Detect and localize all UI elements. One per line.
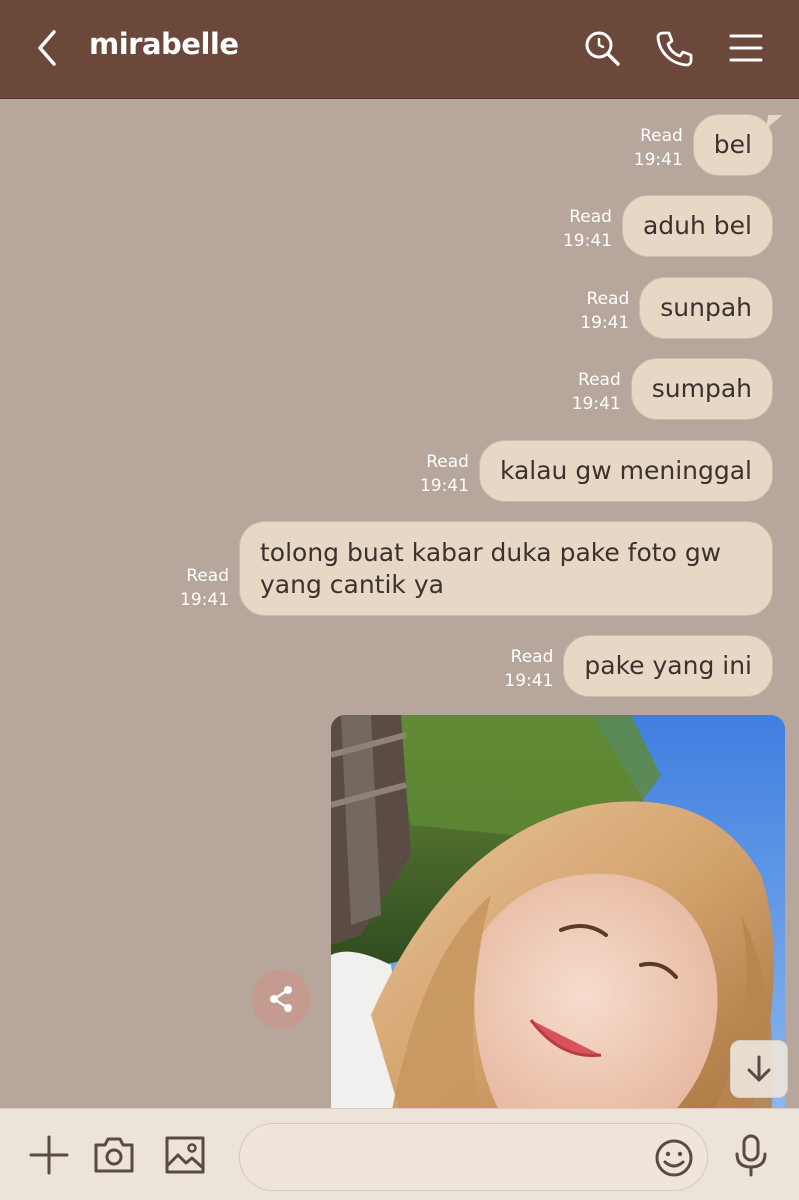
photo-message[interactable] xyxy=(331,715,785,1115)
read-status: Read xyxy=(426,452,469,472)
microphone-icon xyxy=(735,1134,767,1177)
gallery-button[interactable] xyxy=(163,1133,207,1177)
plus-icon xyxy=(29,1135,69,1175)
message-row: Read 19:41 aduh bel xyxy=(563,195,773,257)
message-meta: Read 19:41 xyxy=(580,287,629,335)
add-attachment-button[interactable] xyxy=(27,1133,71,1177)
message-meta: Read 19:41 xyxy=(180,564,229,612)
contact-name: mirabelle xyxy=(89,27,239,61)
message-time: 19:41 xyxy=(419,476,469,496)
phone-icon xyxy=(656,31,693,67)
message-time: 19:41 xyxy=(562,231,612,251)
message-bubble[interactable]: sunpah xyxy=(639,277,773,339)
image-icon xyxy=(165,1136,205,1174)
message-bubble[interactable]: bel xyxy=(692,114,773,176)
message-row: Read 19:41 kalau gw meninggal xyxy=(420,440,773,502)
message-meta: Read 19:41 xyxy=(634,124,683,172)
message-bubble[interactable]: pake yang ini xyxy=(563,635,773,697)
read-status: Read xyxy=(186,566,229,586)
message-bubble[interactable]: sumpah xyxy=(630,358,773,420)
message-meta: Read 19:41 xyxy=(420,450,469,498)
search-icon xyxy=(585,31,620,66)
message-row: Read 19:41 bel xyxy=(634,114,773,176)
back-button[interactable] xyxy=(30,28,66,68)
emoji-icon xyxy=(655,1139,693,1177)
call-button[interactable] xyxy=(654,28,694,68)
message-row: Read 19:41 tolong buat kabar duka pake f… xyxy=(180,521,773,616)
scroll-to-bottom-button[interactable] xyxy=(730,1040,788,1098)
message-time: 19:41 xyxy=(180,590,229,610)
selfie-photo xyxy=(331,715,785,1115)
message-list[interactable]: Read 19:41 bel Read 19:41 aduh bel Read … xyxy=(0,100,799,1115)
voice-message-button[interactable] xyxy=(729,1133,773,1177)
message-time: 19:41 xyxy=(633,150,683,170)
read-status: Read xyxy=(578,370,621,390)
message-time: 19:41 xyxy=(571,394,621,414)
message-input[interactable] xyxy=(260,1134,640,1180)
message-meta: Read 19:41 xyxy=(572,368,621,416)
chat-header: mirabelle xyxy=(0,0,799,99)
camera-button[interactable] xyxy=(92,1133,136,1177)
message-input-wrapper xyxy=(239,1123,708,1191)
share-button[interactable] xyxy=(251,969,311,1029)
menu-icon xyxy=(729,34,763,62)
message-bubble[interactable]: aduh bel xyxy=(621,195,773,257)
read-status: Read xyxy=(640,126,683,146)
message-meta: Read 19:41 xyxy=(504,645,553,693)
emoji-button[interactable] xyxy=(652,1136,696,1180)
message-bubble[interactable]: kalau gw meninggal xyxy=(478,440,773,502)
message-meta: Read 19:41 xyxy=(563,205,612,253)
chevron-left-icon xyxy=(38,30,56,66)
message-bubble[interactable]: tolong buat kabar duka pake foto gw yang… xyxy=(239,521,773,616)
share-icon xyxy=(270,986,292,1012)
composer-bar xyxy=(0,1108,799,1200)
message-row: Read 19:41 sunpah xyxy=(580,277,773,339)
message-row: Read 19:41 pake yang ini xyxy=(504,635,773,697)
chat-screen: mirabelle Read 19:41 bel Read 19:41 aduh… xyxy=(0,0,799,1200)
read-status: Read xyxy=(510,647,554,667)
menu-button[interactable] xyxy=(726,28,766,68)
message-row: Read 19:41 sumpah xyxy=(572,358,773,420)
message-time: 19:41 xyxy=(504,671,554,691)
arrow-down-icon xyxy=(747,1055,771,1082)
search-button[interactable] xyxy=(582,28,622,68)
read-status: Read xyxy=(586,289,630,309)
camera-icon xyxy=(94,1137,134,1173)
read-status: Read xyxy=(569,207,612,227)
message-time: 19:41 xyxy=(580,313,630,333)
